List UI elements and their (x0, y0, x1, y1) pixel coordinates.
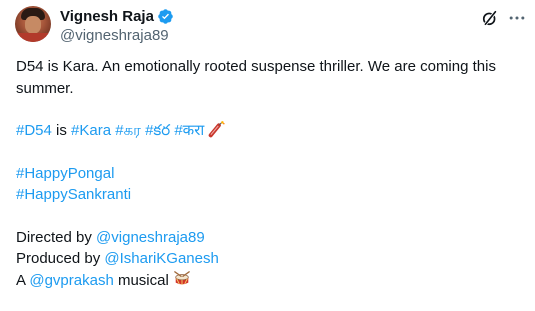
tweet-line-produced: Produced by @IshariKGanesh (16, 248, 526, 270)
hashtag-kara-tamil[interactable]: #கர (115, 122, 141, 139)
musical-prefix: A (16, 271, 30, 289)
firecracker-emoji (209, 121, 225, 138)
tweet-line-directed: Directed by @vigneshraja89 (16, 227, 526, 249)
hashtag-kara[interactable]: #Kara (71, 122, 111, 139)
user-handle[interactable]: @vigneshraja89 (60, 26, 174, 46)
name-row: Vignesh Raja (60, 6, 174, 26)
display-name[interactable]: Vignesh Raja (60, 8, 154, 25)
hashtag-kara-hindi[interactable]: #करा (174, 122, 204, 139)
directed-prefix: Directed by (16, 228, 97, 246)
grok-icon[interactable] (480, 8, 500, 28)
tweet-line-announcement: D54 is Kara. An emotionally rooted suspe… (16, 58, 496, 97)
tweet-header: Vignesh Raja @vigneshraja89 (60, 6, 174, 46)
avatar-face (25, 16, 41, 34)
tweet-line-musical: A @gvprakash musical (16, 270, 526, 292)
drum-emoji (174, 270, 190, 285)
verified-badge-icon (158, 8, 173, 24)
avatar[interactable] (15, 6, 51, 42)
more-options-icon[interactable] (507, 8, 527, 28)
mention-vigneshraja89[interactable]: @vigneshraja89 (96, 229, 205, 246)
tweet-line-hashtags: #D54 is #Kara #கர #కర #करा (16, 120, 526, 142)
mention-gvprakash[interactable]: @gvprakash (29, 272, 113, 289)
musical-suffix: musical (113, 271, 173, 289)
hashtag-happy-pongal[interactable]: #HappyPongal (16, 165, 114, 182)
tweet-text: D54 is Kara. An emotionally rooted suspe… (16, 56, 526, 291)
hashtag-kara-telugu[interactable]: #కర (145, 122, 170, 139)
tweet-line-pongal: #HappyPongal (16, 163, 526, 185)
avatar-shirt (15, 33, 51, 42)
produced-prefix: Produced by (16, 250, 105, 267)
tweet: Vignesh Raja @vigneshraja89 D54 is Kara.… (0, 0, 535, 311)
tweet-line-sankranti: #HappySankranti (16, 184, 526, 206)
mention-isharikganesh[interactable]: @IshariKGanesh (104, 250, 218, 267)
static-text-is: is (51, 122, 72, 139)
hashtag-d54[interactable]: #D54 (16, 122, 52, 139)
hashtag-happy-sankranti[interactable]: #HappySankranti (16, 186, 131, 203)
